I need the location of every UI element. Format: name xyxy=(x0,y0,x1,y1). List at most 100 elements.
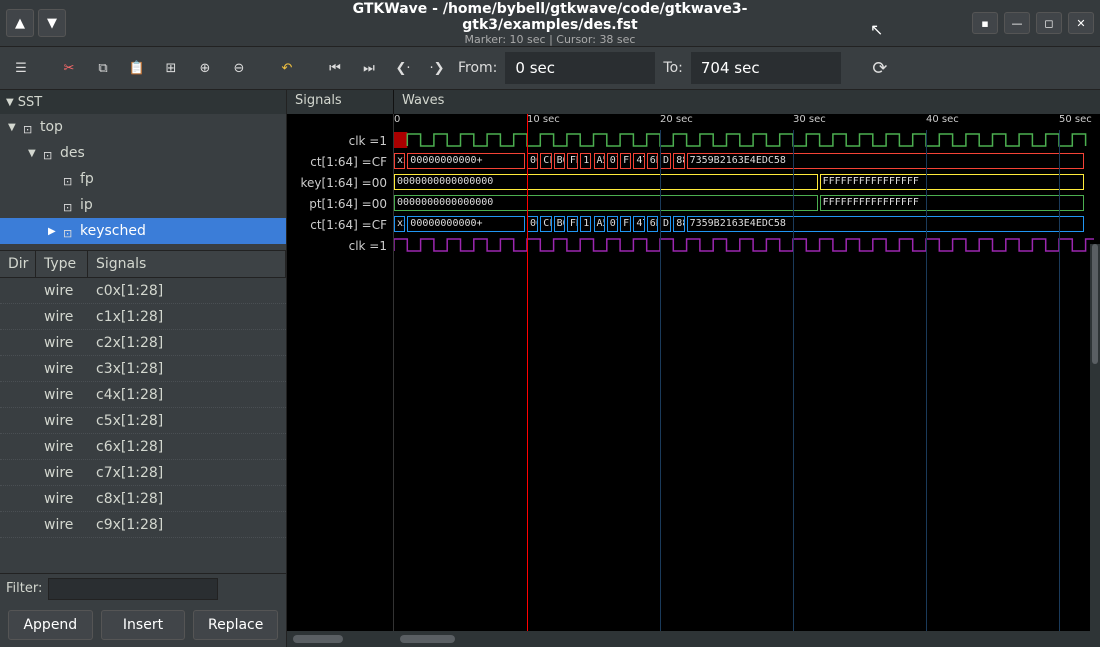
maximize-button[interactable]: ◻ xyxy=(1036,12,1062,34)
bus-segment: 47+ xyxy=(633,153,644,169)
bus-segment: 16+ xyxy=(580,216,591,232)
tree-item-ip[interactable]: ip xyxy=(0,192,286,218)
bus-segment: 07+ xyxy=(607,216,618,232)
signal-row[interactable]: wirec6x[1:28] xyxy=(0,434,286,460)
signal-row[interactable]: wirec5x[1:28] xyxy=(0,408,286,434)
seek-prev-edge-icon[interactable]: ❮· xyxy=(390,55,416,81)
bus-segment: 6B+ xyxy=(647,216,658,232)
zoom-out-icon[interactable]: ⊖ xyxy=(226,55,252,81)
bus-segment: CF+ xyxy=(540,153,551,169)
bus-segment: 88+ xyxy=(673,216,684,232)
from-label: From: xyxy=(458,60,497,76)
menu-up-button[interactable]: ▲ xyxy=(6,9,34,37)
wave-row[interactable] xyxy=(394,130,1100,150)
wave-area: Signals Waves clk =1ct[1:64] =CFkey[1:64… xyxy=(287,90,1100,647)
insert-button[interactable]: Insert xyxy=(101,610,186,640)
col-signals[interactable]: Signals xyxy=(88,251,286,277)
hierarchy-tree[interactable]: ▼top▼des fp ip▶keysched▶round1 (roundfun… xyxy=(0,114,286,250)
hamburger-menu-icon[interactable]: ☰ xyxy=(8,55,34,81)
reload-icon[interactable]: ⟳ xyxy=(867,55,893,81)
tree-item-fp[interactable]: fp xyxy=(0,166,286,192)
to-input[interactable] xyxy=(691,52,841,84)
col-dir[interactable]: Dir xyxy=(0,251,36,277)
marker-line[interactable] xyxy=(527,114,528,631)
wave-signal-name[interactable]: ct[1:64] =CF xyxy=(287,151,393,172)
filter-input[interactable] xyxy=(48,578,218,600)
wave-signal-name[interactable]: clk =1 xyxy=(287,235,393,256)
cut-icon[interactable]: ✂ xyxy=(56,55,82,81)
bus-segment: FB+ xyxy=(620,153,631,169)
sst-toggle[interactable]: ▼ SST xyxy=(0,90,286,114)
signal-table[interactable]: wirec0x[1:28]wirec1x[1:28]wirec2x[1:28]w… xyxy=(0,278,286,573)
tree-item-keysched[interactable]: ▶keysched xyxy=(0,218,286,244)
window-subtitle: Marker: 10 sec | Cursor: 38 sec xyxy=(275,33,825,46)
signal-row[interactable]: wirec9x[1:28] xyxy=(0,512,286,538)
undo-icon[interactable]: ↶ xyxy=(274,55,300,81)
bus-segment: 00+ xyxy=(527,153,538,169)
time-tick: 10 sec xyxy=(527,114,560,125)
iconify-button[interactable]: ▪ xyxy=(972,12,998,34)
bus-segment: A5+ xyxy=(594,153,605,169)
wave-signal-name[interactable]: key[1:64] =00 xyxy=(287,172,393,193)
wave-row[interactable]: 0000000000000000FFFFFFFFFFFFFFFF xyxy=(394,172,1100,192)
bus-segment: xx+ xyxy=(394,153,405,169)
zoom-in-icon[interactable]: ⊕ xyxy=(192,55,218,81)
seek-end-icon[interactable]: ⏭ xyxy=(356,55,382,81)
wave-signal-name[interactable]: clk =1 xyxy=(287,130,393,151)
bus-segment: 00000000000+ xyxy=(407,216,525,232)
signal-row[interactable]: wirec7x[1:28] xyxy=(0,460,286,486)
replace-button[interactable]: Replace xyxy=(193,610,278,640)
signal-table-header: Dir Type Signals xyxy=(0,250,286,278)
signal-row[interactable]: wirec3x[1:28] xyxy=(0,356,286,382)
signals-hscroll-thumb[interactable] xyxy=(293,635,343,643)
wave-signal-name[interactable]: pt[1:64] =00 xyxy=(287,193,393,214)
signal-row[interactable]: wirec2x[1:28] xyxy=(0,330,286,356)
bus-segment: CF+ xyxy=(540,216,551,232)
waves-hscroll-thumb[interactable] xyxy=(400,635,455,643)
to-label: To: xyxy=(663,60,682,76)
module-icon xyxy=(23,121,37,133)
signal-row[interactable]: wirec8x[1:28] xyxy=(0,486,286,512)
bus-segment: 07+ xyxy=(607,153,618,169)
signal-row[interactable]: wirec4x[1:28] xyxy=(0,382,286,408)
vertical-scrollbar-thumb[interactable] xyxy=(1092,244,1098,364)
seek-start-icon[interactable]: ⏮ xyxy=(322,55,348,81)
wave-canvas[interactable]: 010 sec20 sec30 sec40 sec50 sec xx+00000… xyxy=(394,114,1100,631)
copy-icon[interactable]: ⧉ xyxy=(90,55,116,81)
close-button[interactable]: ✕ xyxy=(1068,12,1094,34)
time-tick: 20 sec xyxy=(660,114,693,125)
signal-names-column[interactable]: clk =1ct[1:64] =CFkey[1:64] =00pt[1:64] … xyxy=(287,114,394,631)
left-panel: ▼ SST ▼top▼des fp ip▶keysched▶round1 (ro… xyxy=(0,90,287,647)
wave-signal-name[interactable]: ct[1:64] =CF xyxy=(287,214,393,235)
col-type[interactable]: Type xyxy=(36,251,88,277)
module-icon xyxy=(63,173,77,185)
menu-down-button[interactable]: ▼ xyxy=(38,9,66,37)
bus-segment: 00000000000+ xyxy=(407,153,525,169)
wave-row[interactable] xyxy=(394,235,1100,255)
signal-row[interactable]: wirec1x[1:28] xyxy=(0,304,286,330)
from-input[interactable] xyxy=(505,52,655,84)
wave-row[interactable]: xx+00000000000+00+CF+B0+FB+16+A5+07+FB+4… xyxy=(394,151,1100,171)
vertical-scrollbar[interactable] xyxy=(1090,244,1100,644)
grid-line xyxy=(1059,130,1060,631)
bus-segment: xx+ xyxy=(394,216,405,232)
wave-row[interactable]: xx+00000000000+00+CF+B0+FB+16+A5+07+FB+4… xyxy=(394,214,1100,234)
append-button[interactable]: Append xyxy=(8,610,93,640)
tree-item-des[interactable]: ▼des xyxy=(0,140,286,166)
zoom-fit-icon[interactable]: ⊞ xyxy=(158,55,184,81)
time-tick: 0 xyxy=(394,114,400,125)
tree-item-top[interactable]: ▼top xyxy=(0,114,286,140)
bus-segment: FB+ xyxy=(567,216,578,232)
signals-hscroll[interactable] xyxy=(287,631,394,647)
paste-icon[interactable]: 📋 xyxy=(124,55,150,81)
wave-row[interactable]: 0000000000000000FFFFFFFFFFFFFFFF xyxy=(394,193,1100,213)
signal-row[interactable]: wirec0x[1:28] xyxy=(0,278,286,304)
bus-segment: FB+ xyxy=(567,153,578,169)
grid-line xyxy=(660,130,661,631)
minimize-button[interactable]: — xyxy=(1004,12,1030,34)
waves-hscroll[interactable] xyxy=(394,631,1100,647)
signals-panel-header: Signals xyxy=(287,90,394,114)
time-tick: 30 sec xyxy=(793,114,826,125)
seek-next-edge-icon[interactable]: ·❯ xyxy=(424,55,450,81)
bus-segment: B0+ xyxy=(554,216,565,232)
